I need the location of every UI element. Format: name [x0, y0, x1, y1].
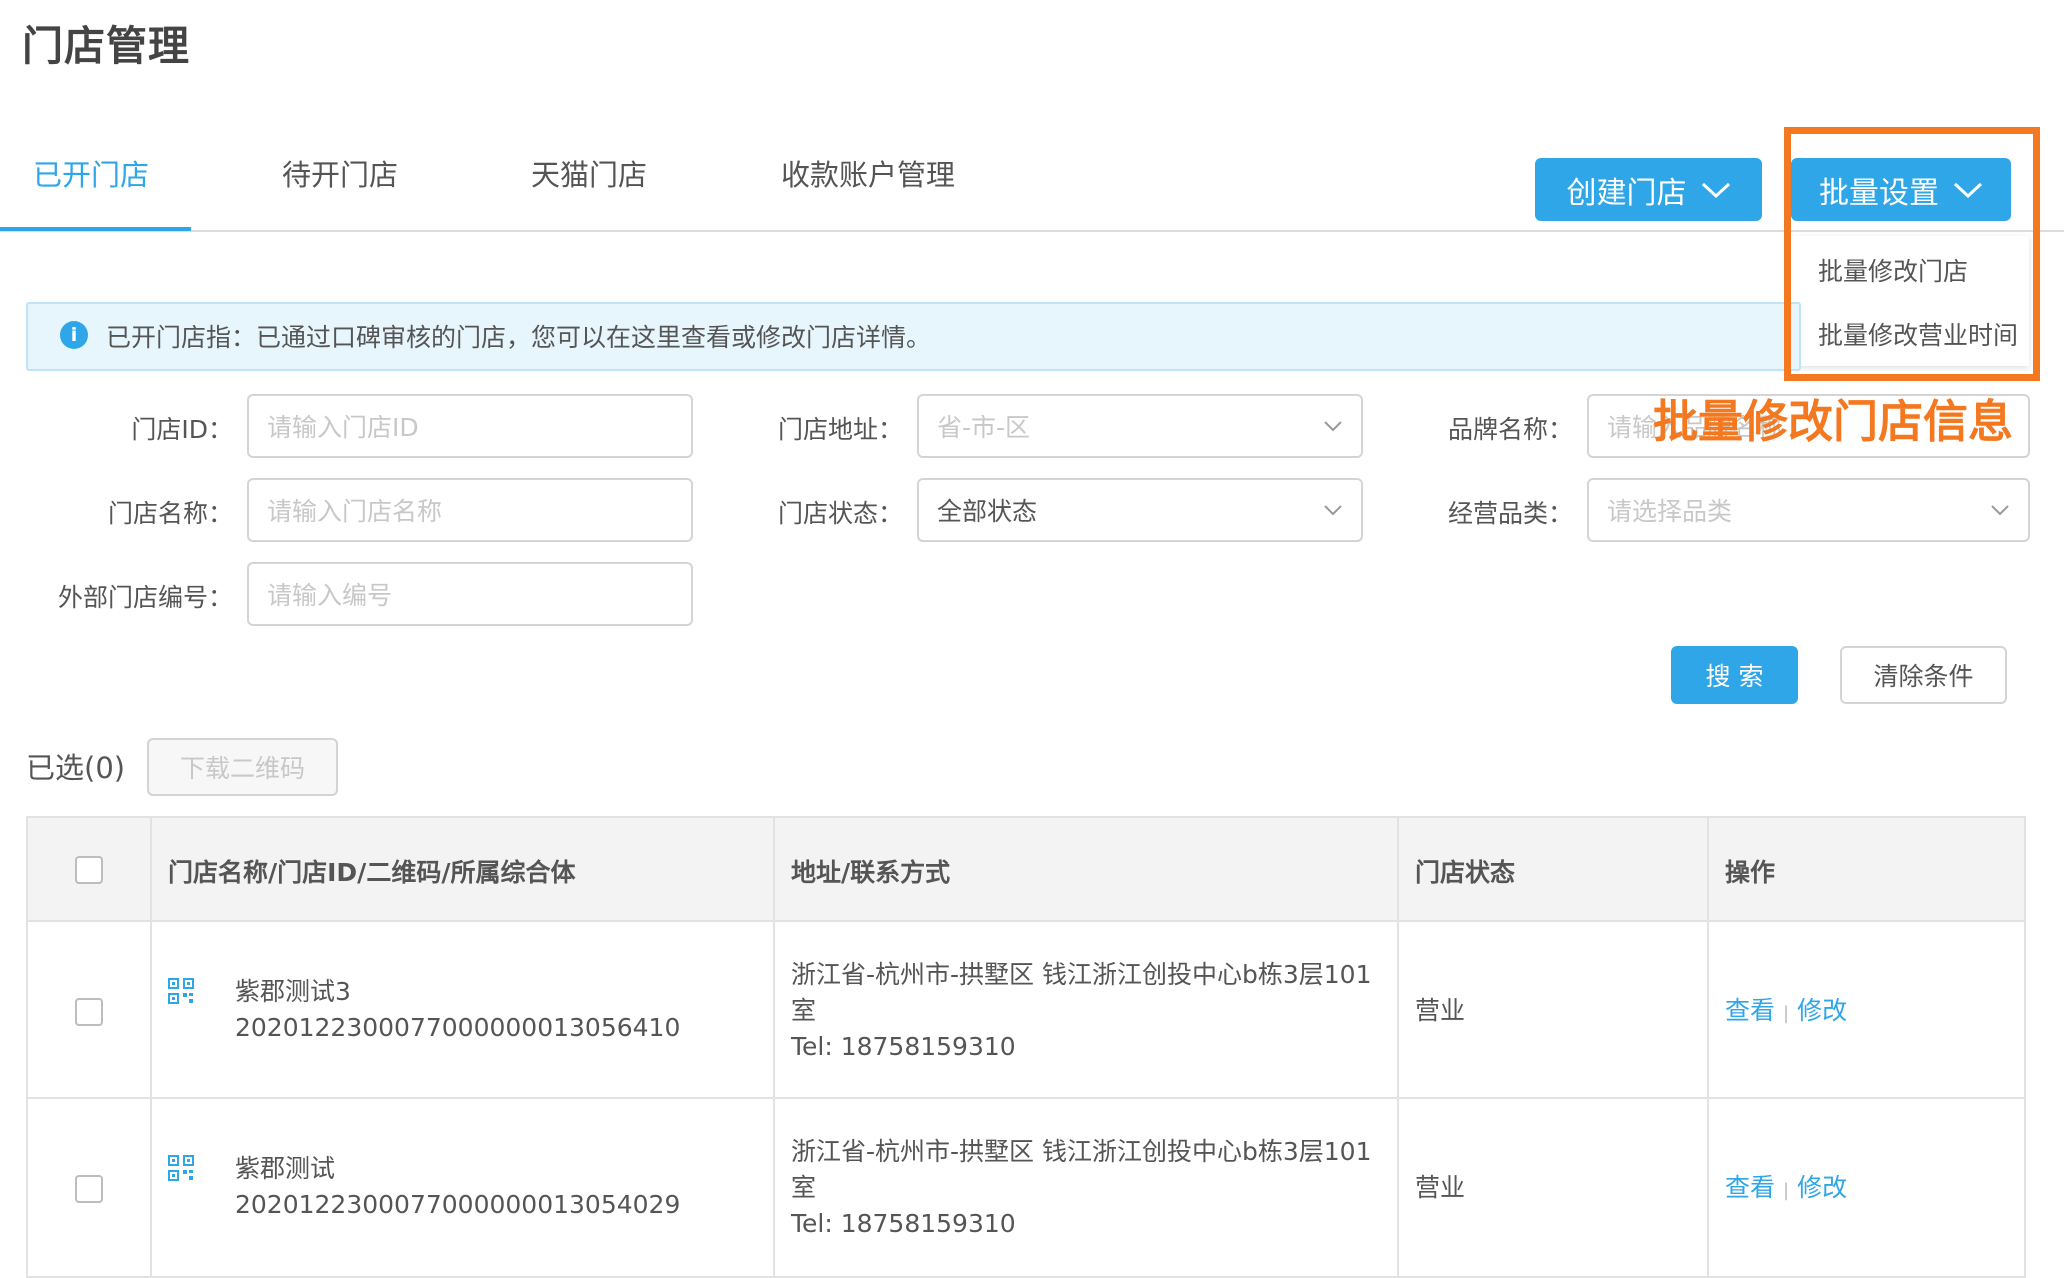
- select-all-checkbox[interactable]: [75, 856, 103, 884]
- view-link[interactable]: 查看: [1725, 996, 1775, 1025]
- row-actions: 查看 | 修改: [1725, 993, 1847, 1032]
- column-header-status: 门店状态: [1415, 858, 1516, 887]
- column-divider: [1707, 818, 1709, 1278]
- chevron-down-icon: [1324, 505, 1342, 516]
- tab-payment-accounts[interactable]: 收款账户管理: [781, 152, 955, 194]
- external-no-input[interactable]: 请输入编号: [247, 562, 693, 626]
- store-tel: Tel: 18758159310: [791, 1032, 1016, 1061]
- row-actions: 查看 | 修改: [1725, 1170, 1847, 1209]
- store-address: 浙江省-杭州市-拱墅区 钱江浙江创投中心b栋3层101: [791, 1137, 1372, 1166]
- batch-settings-menu: 批量修改门店 批量修改营业时间: [1791, 236, 2029, 366]
- store-tel: Tel: 18758159310: [791, 1209, 1016, 1238]
- external-no-placeholder: 请输入编号: [267, 581, 393, 610]
- chevron-down-icon: [1701, 182, 1730, 198]
- column-header-actions: 操作: [1725, 858, 1776, 887]
- store-status-select[interactable]: 全部状态: [917, 478, 1363, 542]
- selected-count: 已选(0): [26, 751, 126, 785]
- store-address-cont: 室: [791, 996, 817, 1025]
- store-address-cont: 室: [791, 1173, 817, 1202]
- tabs-divider: [0, 230, 2064, 232]
- menu-item-batch-edit-stores[interactable]: 批量修改门店: [1818, 252, 1968, 288]
- store-id: 2020122300077000000013054029: [235, 1190, 681, 1219]
- edit-link[interactable]: 修改: [1797, 996, 1847, 1025]
- download-qr-button[interactable]: 下载二维码: [147, 738, 338, 796]
- row-checkbox[interactable]: [75, 998, 103, 1026]
- edit-link[interactable]: 修改: [1797, 1173, 1847, 1202]
- view-link[interactable]: 查看: [1725, 1173, 1775, 1202]
- row-divider: [28, 1097, 2024, 1099]
- create-store-label: 创建门店: [1566, 175, 1687, 211]
- batch-settings-button[interactable]: 批量设置: [1791, 158, 2011, 221]
- column-divider: [150, 818, 152, 1278]
- chevron-down-icon: [1953, 182, 1983, 198]
- info-icon: i: [60, 321, 88, 349]
- active-tab-indicator: [0, 227, 191, 231]
- column-header-store: 门店名称/门店ID/二维码/所属综合体: [168, 858, 576, 887]
- store-address: 浙江省-杭州市-拱墅区 钱江浙江创投中心b栋3层101: [791, 960, 1372, 989]
- search-button[interactable]: 搜 索: [1671, 646, 1798, 704]
- page-title: 门店管理: [22, 22, 190, 70]
- create-store-button[interactable]: 创建门店: [1535, 158, 1762, 221]
- external-no-label: 外部门店编号：: [57, 583, 233, 612]
- store-id-placeholder: 请输入门店ID: [267, 413, 419, 442]
- clear-filters-button[interactable]: 清除条件: [1840, 646, 2007, 704]
- store-name-input[interactable]: 请输入门店名称: [247, 478, 693, 542]
- tab-pending-stores[interactable]: 待开门店: [282, 152, 398, 194]
- store-name-placeholder: 请输入门店名称: [267, 497, 443, 526]
- info-text: 已开门店指：已通过口碑审核的门店，您可以在这里查看或修改门店详情。: [106, 323, 932, 352]
- tab-open-stores[interactable]: 已开门店: [33, 152, 149, 194]
- store-name: 紫郡测试3: [235, 977, 351, 1006]
- store-id: 2020122300077000000013056410: [235, 1013, 681, 1042]
- annotation-text: 批量修改门店信息: [1653, 395, 2014, 448]
- store-address-label: 门店地址：: [777, 415, 903, 444]
- brand-name-label: 品牌名称：: [1447, 415, 1573, 444]
- separator: |: [1783, 1003, 1790, 1024]
- store-status-value: 全部状态: [937, 497, 1038, 526]
- store-id-label: 门店ID：: [131, 415, 233, 444]
- chevron-down-icon: [1991, 505, 2009, 516]
- status-badge: 营业: [1415, 1173, 1466, 1202]
- business-category-select[interactable]: 请选择品类: [1587, 478, 2030, 542]
- column-divider: [1397, 818, 1399, 1278]
- business-category-label: 经营品类：: [1447, 499, 1573, 528]
- column-header-address: 地址/联系方式: [791, 858, 951, 887]
- store-address-placeholder: 省-市-区: [937, 413, 1031, 442]
- menu-item-batch-edit-hours[interactable]: 批量修改营业时间: [1818, 316, 2018, 352]
- row-checkbox[interactable]: [75, 1175, 103, 1203]
- store-name-label: 门店名称：: [107, 499, 233, 528]
- batch-settings-label: 批量设置: [1819, 175, 1939, 211]
- store-id-input[interactable]: 请输入门店ID: [247, 394, 693, 458]
- chevron-down-icon: [1324, 421, 1342, 432]
- store-status-label: 门店状态：: [777, 499, 903, 528]
- qr-code-icon[interactable]: [168, 978, 194, 1004]
- store-address-select[interactable]: 省-市-区: [917, 394, 1363, 458]
- qr-code-icon[interactable]: [168, 1155, 194, 1181]
- column-divider: [773, 818, 775, 1278]
- separator: |: [1783, 1180, 1790, 1201]
- business-category-placeholder: 请选择品类: [1607, 497, 1733, 526]
- status-badge: 营业: [1415, 996, 1466, 1025]
- store-name: 紫郡测试: [235, 1154, 336, 1183]
- tab-tmall-stores[interactable]: 天猫门店: [531, 152, 647, 194]
